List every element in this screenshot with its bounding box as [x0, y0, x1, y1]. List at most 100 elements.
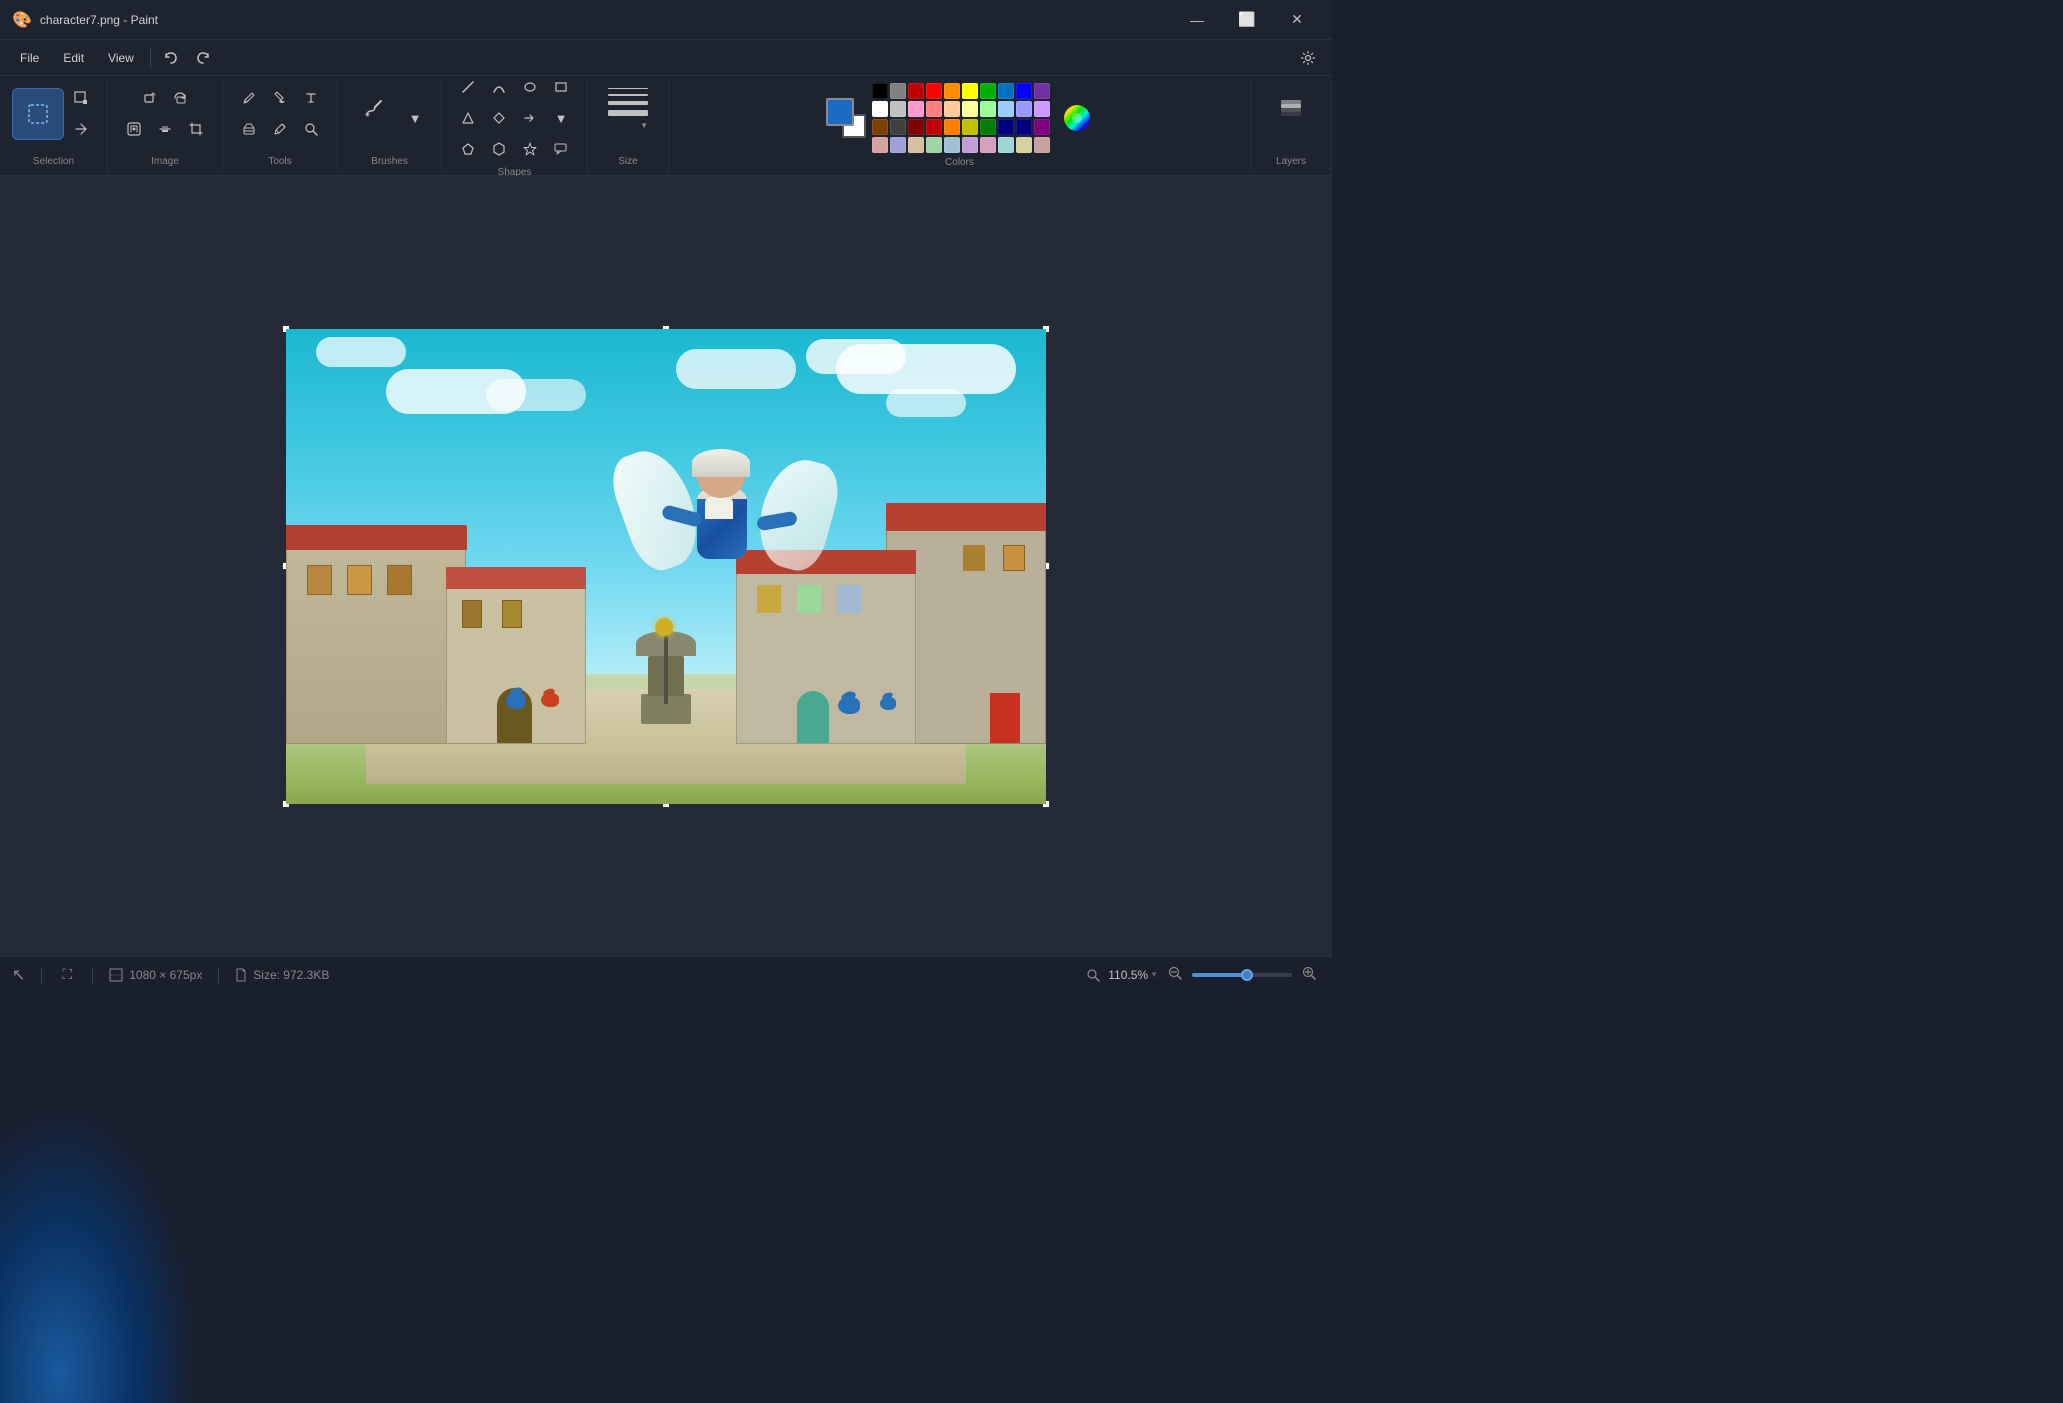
pencil-button[interactable] — [235, 84, 263, 112]
selection-tool-button[interactable] — [12, 88, 64, 140]
resize-selection-button[interactable] — [67, 84, 95, 112]
hexagon-button[interactable] — [485, 135, 513, 163]
swatch-r8[interactable] — [998, 137, 1014, 153]
swatch-pink[interactable] — [908, 101, 924, 117]
zoom-slider[interactable] — [1192, 973, 1292, 977]
star-button[interactable] — [516, 135, 544, 163]
arrow-button[interactable] — [516, 104, 544, 132]
zoom-out-button[interactable] — [1164, 964, 1186, 985]
settings-button[interactable] — [1292, 44, 1324, 72]
menu-file[interactable]: File — [8, 47, 51, 69]
crop-button[interactable] — [182, 115, 210, 143]
size-line-3 — [608, 101, 648, 105]
swatch-r10[interactable] — [1034, 137, 1050, 153]
line-shape-button[interactable] — [454, 73, 482, 101]
swatch-black[interactable] — [872, 83, 888, 99]
swatches-row-2 — [872, 101, 1050, 117]
swatch-green[interactable] — [980, 83, 996, 99]
ellipse-button[interactable] — [516, 73, 544, 101]
separator-1 — [41, 967, 42, 983]
swatch-lavender[interactable] — [1034, 101, 1050, 117]
rhombus-button[interactable] — [485, 104, 513, 132]
image-tools — [120, 84, 210, 152]
flip-image-button[interactable] — [151, 115, 179, 143]
swatch-lightyellow[interactable] — [962, 101, 978, 117]
swatch-r9[interactable] — [1016, 137, 1032, 153]
swatch-olive[interactable] — [962, 119, 978, 135]
swatch-magenta[interactable] — [1034, 119, 1050, 135]
zoom-slider-thumb[interactable] — [1241, 969, 1253, 981]
swatch-r6[interactable] — [962, 137, 978, 153]
zoom-info-button[interactable] — [1084, 966, 1102, 984]
size-dropdown-button[interactable]: ▼ — [600, 84, 656, 134]
magnifier-button[interactable] — [297, 115, 325, 143]
rotate-button[interactable] — [167, 84, 195, 112]
maximize-button[interactable]: ⬜ — [1224, 5, 1270, 35]
swatch-darkgray[interactable] — [890, 119, 906, 135]
text-button[interactable] — [297, 84, 325, 112]
swatch-lightblue[interactable] — [998, 101, 1014, 117]
swatch-crimson[interactable] — [926, 119, 942, 135]
swatch-darkred[interactable] — [908, 83, 924, 99]
rectangle-button[interactable] — [547, 73, 575, 101]
resize-image-button[interactable] — [136, 84, 164, 112]
zoom-in-button[interactable] — [1298, 964, 1320, 985]
zoom-value-display[interactable]: 110.5% ▼ — [1108, 968, 1158, 982]
swatch-darkgreen[interactable] — [980, 119, 996, 135]
flip-button[interactable] — [67, 115, 95, 143]
ai-tool-button[interactable] — [120, 115, 148, 143]
swatch-purple[interactable] — [1034, 83, 1050, 99]
eraser-button[interactable] — [235, 115, 263, 143]
shapes-dropdown[interactable]: ▼ — [547, 104, 575, 132]
swatch-peach[interactable] — [944, 101, 960, 117]
swatch-r4[interactable] — [926, 137, 942, 153]
swatch-periwinkle[interactable] — [1016, 101, 1032, 117]
menu-view[interactable]: View — [96, 47, 146, 69]
swatch-r2[interactable] — [890, 137, 906, 153]
fullscreen-button[interactable]: ⛶ — [58, 964, 76, 985]
layers-button[interactable] — [1267, 84, 1315, 132]
colors-content — [826, 83, 1094, 153]
swatch-lightgreen[interactable] — [980, 101, 996, 117]
color-picker-rainbow-button[interactable] — [1060, 101, 1094, 135]
swatch-salmon[interactable] — [926, 101, 942, 117]
swatch-white[interactable] — [872, 101, 888, 117]
swatch-r7[interactable] — [980, 137, 996, 153]
minimize-button[interactable]: — — [1174, 5, 1220, 35]
brush-button[interactable] — [350, 84, 398, 132]
swatch-maroon[interactable] — [908, 119, 924, 135]
swatch-lightgray[interactable] — [890, 101, 906, 117]
toolbar-group-size: ▼ Size — [588, 80, 669, 171]
menu-edit[interactable]: Edit — [51, 47, 96, 69]
canvas-image[interactable] — [286, 329, 1046, 804]
swatch-orange[interactable] — [944, 83, 960, 99]
color-picker-button[interactable] — [266, 115, 294, 143]
callout-button[interactable] — [547, 135, 575, 163]
swatch-navy2[interactable] — [1016, 119, 1032, 135]
undo-button[interactable] — [155, 44, 187, 72]
fill-button[interactable] — [266, 84, 294, 112]
brushes-dropdown[interactable]: ▼ — [401, 104, 429, 132]
swatch-red[interactable] — [926, 83, 942, 99]
pentagon-button[interactable] — [454, 135, 482, 163]
triangle-button[interactable] — [454, 104, 482, 132]
separator-3 — [218, 967, 219, 983]
swatch-blue[interactable] — [1016, 83, 1032, 99]
curve-shape-button[interactable] — [485, 73, 513, 101]
resize-image-icon — [143, 91, 157, 105]
swatch-gray[interactable] — [890, 83, 906, 99]
swatch-r5[interactable] — [944, 137, 960, 153]
shapes-row2: ▼ — [454, 104, 575, 132]
close-button[interactable]: ✕ — [1274, 5, 1320, 35]
redo-button[interactable] — [187, 44, 219, 72]
swatch-brown[interactable] — [872, 119, 888, 135]
primary-color-box[interactable] — [826, 98, 854, 126]
swatch-yellow[interactable] — [962, 83, 978, 99]
zoom-percent-text: 110.5% — [1108, 968, 1148, 982]
swatch-r1[interactable] — [872, 137, 888, 153]
swatch-teal[interactable] — [998, 83, 1014, 99]
swatch-darkorange[interactable] — [944, 119, 960, 135]
image-row2 — [120, 115, 210, 143]
swatch-r3[interactable] — [908, 137, 924, 153]
swatch-navy[interactable] — [998, 119, 1014, 135]
